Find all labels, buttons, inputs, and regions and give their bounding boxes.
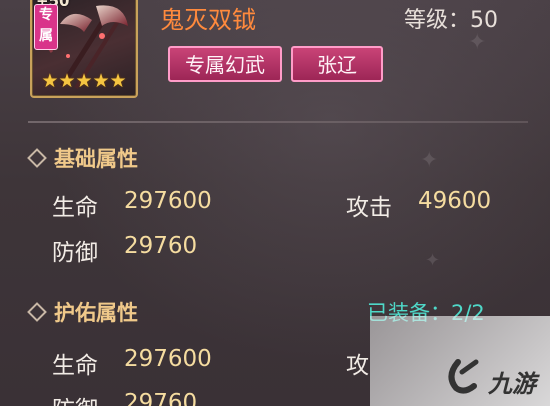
hero-button[interactable]: 张辽 xyxy=(291,46,383,82)
protect-attributes-label: 护佑属性 xyxy=(54,301,138,325)
base-atk-label: 攻击 xyxy=(346,195,392,221)
protect-hp-value: 297600 xyxy=(124,346,212,372)
base-hp-value: 297600 xyxy=(124,188,212,214)
protect-attributes-title: 护佑属性 xyxy=(27,297,138,327)
divider xyxy=(28,121,528,123)
background-decoration: ✦ xyxy=(425,250,441,271)
exclusive-weapon-button[interactable]: 专属幻武 xyxy=(168,46,282,82)
protect-def-value: 29760 xyxy=(124,390,198,406)
watermark-logo-text: 九游 xyxy=(488,370,536,398)
protect-atk-label: 攻 xyxy=(346,353,369,379)
base-attributes-label: 基础属性 xyxy=(54,147,138,171)
base-attributes-title: 基础属性 xyxy=(27,143,138,173)
equipment-detail-panel: ✦ ✦ ✦ +50 专属 ★★★★★ 鬼灭双钺 等级：50 专属幻武 张辽 xyxy=(0,0,550,406)
base-def-label: 防御 xyxy=(52,240,98,266)
protect-def-label: 防御 xyxy=(52,390,98,406)
weapon-name: 鬼灭双钺 xyxy=(160,6,256,34)
exclusive-badge: 专属 xyxy=(34,4,58,50)
diamond-icon xyxy=(27,148,47,168)
base-atk-value: 49600 xyxy=(418,188,492,214)
weapon-level: 等级：50 xyxy=(404,8,498,33)
base-def-value: 29760 xyxy=(124,233,198,259)
base-hp-label: 生命 xyxy=(52,195,98,221)
protect-hp-label: 生命 xyxy=(52,353,98,379)
star-rating: ★★★★★ xyxy=(41,70,127,92)
background-decoration: ✦ xyxy=(420,148,439,173)
diamond-icon xyxy=(27,302,47,322)
nine-game-logo-icon xyxy=(448,359,479,394)
